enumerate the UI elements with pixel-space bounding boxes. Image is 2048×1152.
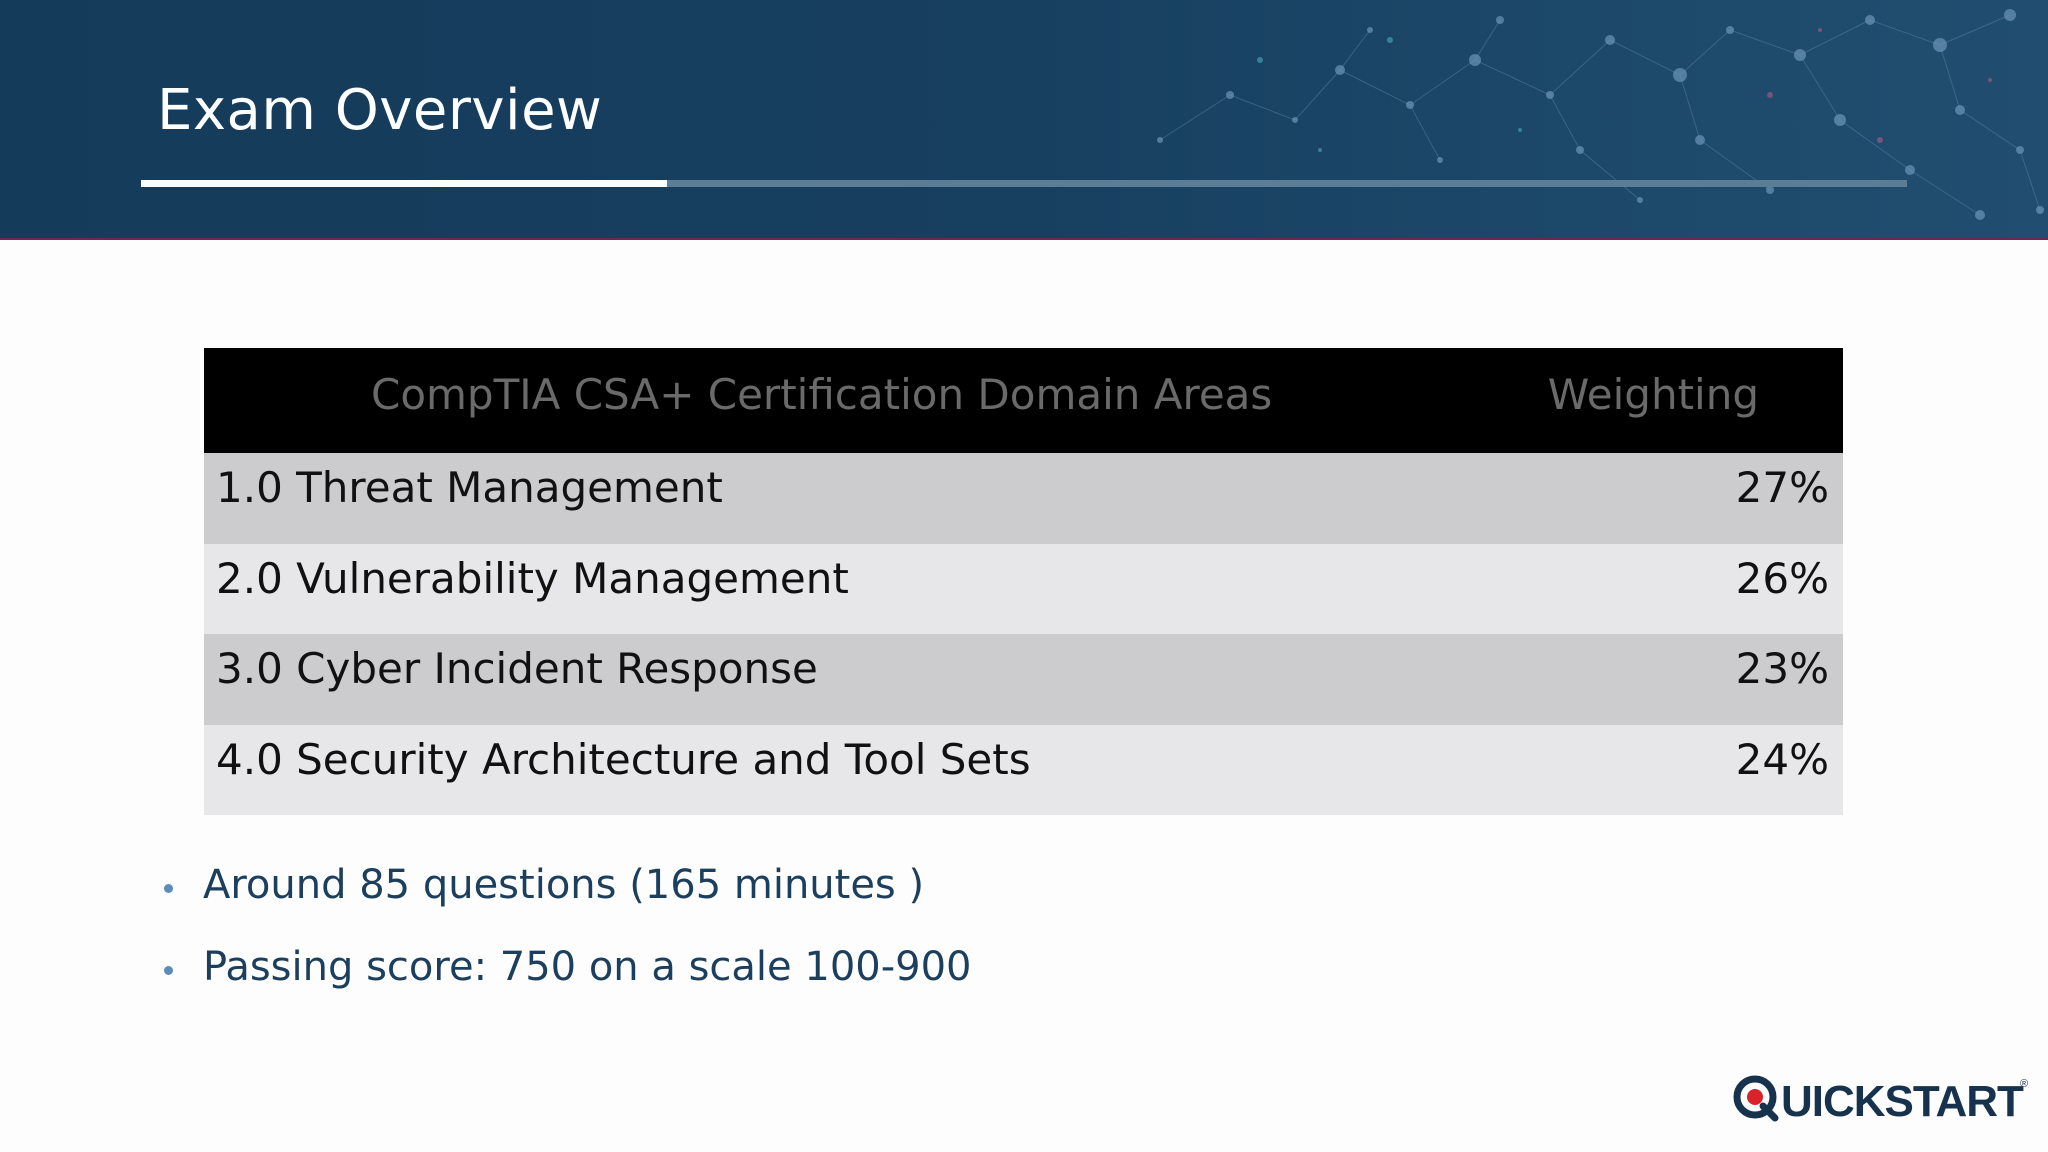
table-row: 3.0 Cyber Incident Response 23% xyxy=(204,634,1843,725)
header-banner: Exam Overview xyxy=(0,0,2048,240)
title-underline-highlight xyxy=(141,180,668,187)
domain-cell: 1.0 Threat Management xyxy=(216,463,723,512)
table-row: 2.0 Vulnerability Management 26% xyxy=(204,543,1843,634)
bullet-icon xyxy=(164,884,173,893)
domain-cell: 2.0 Vulnerability Management xyxy=(216,553,849,603)
weighting-cell: 24% xyxy=(1735,734,1829,784)
bullet-text: Passing score: 750 on a scale 100-900 xyxy=(203,944,972,990)
weighting-cell: 23% xyxy=(1735,644,1829,693)
title-underline xyxy=(141,180,1907,187)
table-row: 1.0 Threat Management 27% xyxy=(204,453,1843,544)
bullet-icon xyxy=(164,966,173,975)
table-row: 4.0 Security Architecture and Tool Sets … xyxy=(204,724,1843,815)
logo-wordmark: UICKSTART xyxy=(1781,1077,2024,1126)
domain-weighting-table: CompTIA CSA+ Certification Domain Areas … xyxy=(204,348,1843,815)
logo-q-icon xyxy=(1733,1075,1779,1122)
weighting-cell: 27% xyxy=(1735,463,1829,512)
header-domain-areas: CompTIA CSA+ Certification Domain Areas xyxy=(371,370,1273,419)
slide: Exam Overview CompTIA CSA+ Certification… xyxy=(0,0,2048,1152)
bullet-text: Around 85 questions (165 minutes ) xyxy=(203,862,925,908)
table-header: CompTIA CSA+ Certification Domain Areas … xyxy=(204,348,1843,453)
weighting-cell: 26% xyxy=(1735,553,1829,603)
domain-cell: 3.0 Cyber Incident Response xyxy=(216,644,818,693)
network-background-graphic xyxy=(1157,9,2044,220)
registered-mark: ® xyxy=(2020,1078,2029,1090)
slide-title: Exam Overview xyxy=(157,78,603,143)
header-weighting: Weighting xyxy=(1547,370,1759,419)
domain-cell: 4.0 Security Architecture and Tool Sets xyxy=(216,734,1031,784)
